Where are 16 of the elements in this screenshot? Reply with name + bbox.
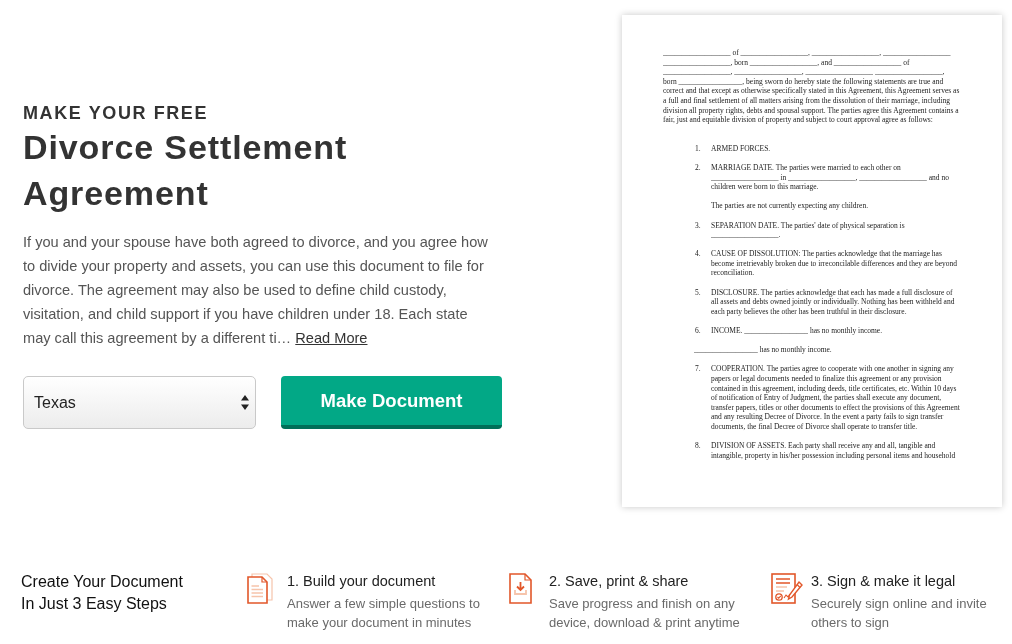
- step-description: Answer a few simple questions to make your document in minutes: [287, 595, 481, 632]
- step-title: 1. Build your document: [287, 572, 437, 591]
- signature-icon: [771, 573, 803, 604]
- section-heading: Create Your Document In Just 3 Easy Steps: [21, 572, 184, 614]
- page-title: Divorce Settlement Agreement: [23, 127, 349, 214]
- state-select[interactable]: Texas: [23, 376, 256, 429]
- step-description: Securely sign online and invite others to sign: [811, 595, 988, 632]
- step-description: Save progress and finish on any device, download & print anytime: [549, 595, 741, 632]
- read-more-link[interactable]: Read More: [295, 330, 368, 346]
- document-icon: [247, 573, 273, 604]
- step-title: 3. Sign & make it legal: [811, 572, 957, 591]
- step-title: 2. Save, print & share: [549, 572, 690, 591]
- eyebrow-text: MAKE YOUR FREE: [23, 102, 210, 124]
- download-icon: [509, 573, 532, 604]
- description-text: If you and your spouse have both agreed to divorce, and you agree how to divide your property and assets, you can use this document to file for divorce. The agreement may also be used to define child custody, visitation, and child support if you have children under 18. Each state may call this agreement by a different ti… Read More: [23, 233, 489, 348]
- sort-caret-icon: [241, 395, 249, 410]
